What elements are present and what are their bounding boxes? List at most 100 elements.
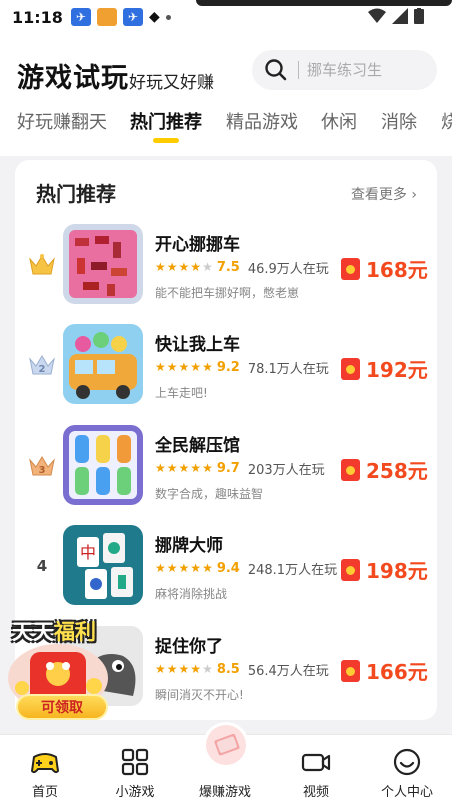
red-packet-icon [341, 458, 360, 481]
star-icon: ★ [166, 260, 178, 274]
reward-badge[interactable]: 168元 [341, 254, 428, 283]
nav-video[interactable]: 视频 [271, 735, 361, 804]
nav-label: 首页 [31, 785, 58, 800]
nav-hot-earn-games[interactable]: 爆赚游戏 [180, 725, 270, 804]
tab-hot[interactable]: 热门推荐 [130, 108, 202, 134]
status-time: 11:18 [12, 7, 63, 27]
gamepad-icon [31, 753, 59, 774]
star-rating: ★ ★ ★ ★ ★ [155, 462, 213, 474]
nav-profile[interactable]: 个人中心 [362, 735, 452, 804]
search-box[interactable] [252, 50, 437, 90]
star-icon: ★ [155, 461, 166, 475]
game-name: 快让我上车 [155, 335, 240, 355]
tab-fun-earn[interactable]: 好玩赚翻天 [17, 108, 107, 134]
star-icon: ★ [190, 561, 202, 575]
grid-icon [121, 748, 149, 776]
star-icon: ★ [178, 561, 190, 575]
game-description: 能不能把车挪好啊，憋老崽 [155, 286, 300, 300]
status-icons [368, 8, 424, 24]
tab-active-indicator [153, 138, 179, 143]
game-thumbnail[interactable] [63, 224, 143, 304]
game-description: 麻将消除挑战 [155, 587, 228, 601]
bronze-crown-icon: 3 [27, 451, 57, 481]
reward-amount: 258元 [366, 459, 428, 483]
star-icon: ★ [178, 360, 190, 374]
claim-button[interactable]: 可领取 [16, 694, 108, 720]
star-icon: ★ [155, 561, 166, 575]
svg-text:3: 3 [39, 465, 46, 476]
game-row[interactable]: 开心挪挪车 ★ ★ ★ ★ ★ 7.5 46.9万人在玩 能不能把车挪好啊，憋老崽 16… [15, 224, 437, 320]
nav-home[interactable]: 首页 [0, 735, 90, 804]
rating-score: 9.2 [216, 359, 240, 375]
game-description: 数字合成，趣味益智 [155, 487, 264, 501]
game-thumbnail[interactable]: 中 [63, 525, 143, 605]
reward-amount: 168元 [366, 258, 428, 282]
game-name: 挪牌大师 [155, 536, 223, 556]
game-thumbnail[interactable] [63, 324, 143, 404]
money-icon [206, 725, 246, 765]
notification-app-icon [96, 8, 117, 26]
nav-label: 个人中心 [380, 785, 433, 800]
nav-label: 爆赚游戏 [198, 785, 251, 800]
game-meta: ★ ★ ★ ★ ★ 8.5 56.4万人在玩 [155, 660, 329, 679]
reward-badge[interactable]: 258元 [341, 455, 428, 484]
tab-more[interactable]: 烧 [441, 108, 452, 134]
camera-notch [196, 0, 452, 6]
reward-badge[interactable]: 192元 [341, 354, 428, 383]
player-count: 46.9万人在玩 [247, 261, 329, 277]
wifi-icon [368, 8, 386, 23]
battery-icon [414, 8, 424, 24]
rank-number: 4 [36, 557, 48, 575]
promo-title-part: 天天 [12, 620, 54, 644]
game-thumbnail[interactable] [63, 425, 143, 505]
game-meta: ★ ★ ★ ★ ★ 7.5 46.9万人在玩 [155, 258, 329, 277]
notification-app-icon: ✈ [122, 8, 143, 26]
reward-amount: 198元 [366, 559, 428, 583]
rating-score: 9.7 [216, 460, 240, 476]
game-name: 捉住你了 [155, 637, 223, 657]
smiley-icon [393, 748, 421, 776]
star-icon: ★ [190, 461, 202, 475]
star-icon: ★ [202, 662, 213, 676]
game-row[interactable]: 2 快让我上车 ★ ★ ★ ★ ★ 9.2 78.1万人在玩 上车走吧! 192元 [15, 324, 437, 420]
reward-amount: 192元 [366, 358, 428, 382]
reward-badge[interactable]: 198元 [341, 555, 428, 584]
game-description: 上车走吧! [155, 386, 208, 400]
nav-mini-games[interactable]: 小游戏 [90, 735, 180, 804]
star-icon: ★ [166, 360, 178, 374]
tab-elimination[interactable]: 消除 [381, 108, 417, 134]
signal-icon [392, 8, 408, 24]
game-description: 瞬间消灭不开心! [155, 688, 244, 702]
status-bar: 11:18 ✈ ✈ ◆ [0, 0, 452, 34]
tab-casual[interactable]: 休闲 [321, 108, 357, 134]
game-meta: ★ ★ ★ ★ ★ 9.2 78.1万人在玩 [155, 358, 329, 377]
tab-premium[interactable]: 精品游戏 [226, 108, 298, 134]
game-row[interactable]: 4 中 挪牌大师 ★ ★ ★ ★ ★ 9.4 248.1万人在玩 麻将消除挑战 198元 [15, 525, 437, 621]
star-rating: ★ ★ ★ ★ ★ [155, 663, 213, 675]
view-more-link[interactable]: 查看更多 › [351, 184, 417, 204]
star-icon: ★ [202, 461, 213, 475]
half-star-icon: ★ [202, 561, 213, 575]
red-packet-icon [341, 357, 360, 380]
game-meta: ★ ★ ★ ★ ★ 9.7 203万人在玩 [155, 459, 325, 478]
more-notifications-dot [165, 14, 171, 20]
reward-badge[interactable]: 166元 [341, 656, 428, 685]
svg-text:中: 中 [80, 543, 96, 562]
daily-welfare-promo[interactable]: 天天福利 可领取 [8, 612, 146, 722]
search-input[interactable] [307, 61, 427, 79]
rating-score: 7.5 [216, 259, 240, 275]
video-icon [301, 753, 331, 772]
star-icon: ★ [155, 662, 166, 676]
star-icon: ★ [190, 662, 202, 676]
game-row[interactable]: 3 全民解压馆 ★ ★ ★ ★ ★ 9.7 203万人在玩 数字合成，趣味益智 258元 [15, 425, 437, 521]
red-packet-icon [341, 659, 360, 682]
half-star-icon: ★ [190, 260, 202, 274]
page-title: 游戏试玩 [17, 63, 129, 94]
star-icon: ★ [178, 662, 190, 676]
header: 游戏试玩 好玩又好赚 [0, 34, 452, 100]
notification-app-icon: ◆ [148, 9, 160, 25]
promo-title-highlight: 福利 [54, 620, 96, 644]
nav-label: 视频 [302, 785, 329, 800]
red-packet-icon [341, 257, 360, 280]
star-icon: ★ [155, 260, 166, 274]
